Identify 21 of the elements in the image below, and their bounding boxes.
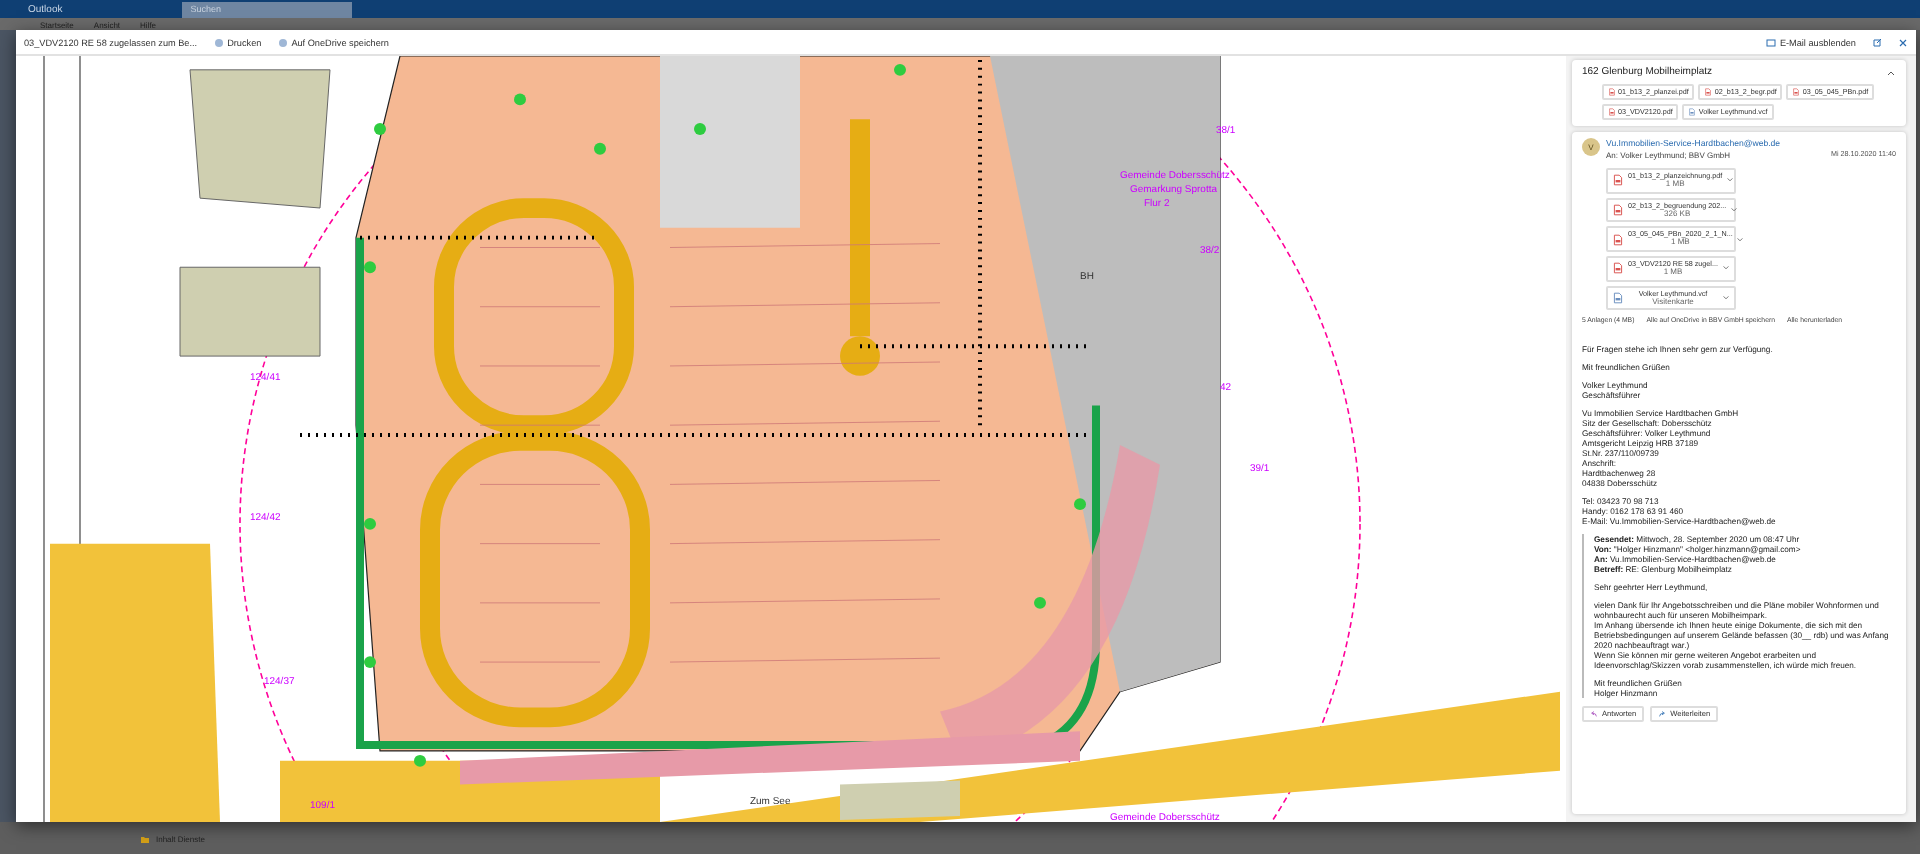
pdf-file-icon <box>1612 262 1624 275</box>
chevron-down-icon <box>1736 235 1745 244</box>
pdf-file-icon <box>1608 88 1616 96</box>
forward-arrow-icon <box>1658 709 1667 718</box>
pdf-file-icon <box>1608 108 1616 116</box>
popout-button[interactable] <box>1872 37 1882 47</box>
folder-icon <box>140 833 150 843</box>
close-icon <box>1898 37 1908 47</box>
mail-icon <box>1765 37 1776 47</box>
contact-card-icon <box>1688 108 1697 116</box>
chevron-down-icon <box>1730 206 1739 215</box>
contact-card-icon <box>1612 291 1624 304</box>
pdf-file-icon <box>1792 88 1801 96</box>
pdf-file-icon <box>1612 174 1624 187</box>
pdf-file-icon <box>1612 204 1624 217</box>
chevron-down-icon <box>1726 176 1735 185</box>
pdf-file-icon <box>1704 88 1713 96</box>
reply-arrow-icon <box>1590 709 1598 718</box>
close-button[interactable] <box>1898 37 1908 47</box>
popout-icon <box>1872 37 1882 47</box>
pdf-file-icon <box>1612 233 1624 246</box>
